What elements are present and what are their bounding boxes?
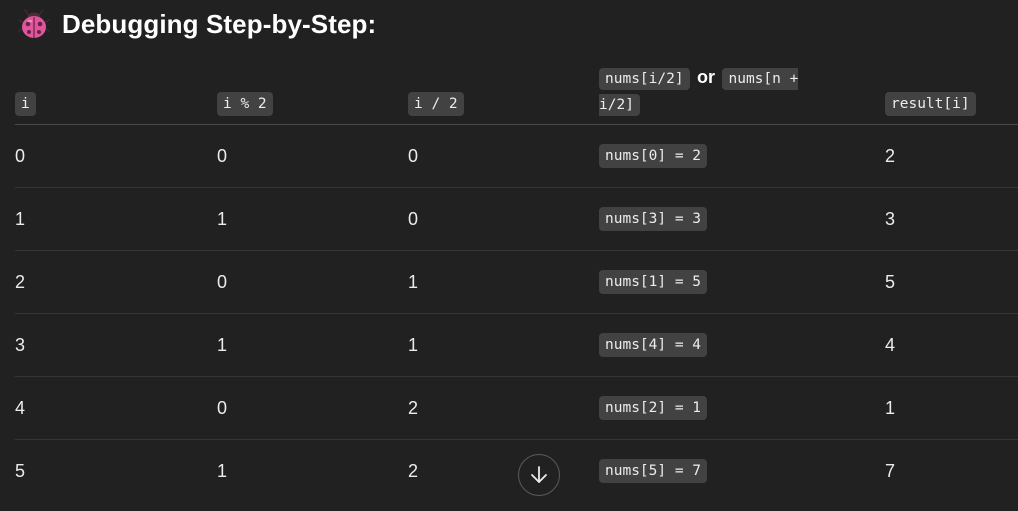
arrow-down-icon	[531, 466, 547, 483]
table-row: 2 0 1 nums[1] = 5 5	[15, 251, 1018, 314]
table-row: 4 0 2 nums[2] = 1 1	[15, 377, 1018, 440]
cell-result: 2	[885, 145, 896, 166]
cell-i: 4	[15, 397, 26, 418]
debug-table: i i % 2 i / 2 nums[i/2] or nums[n + i/2]…	[15, 58, 1018, 502]
cell-pick: nums[0] = 2	[599, 125, 708, 187]
cell-mod: 1	[217, 334, 228, 355]
cell-div: 1	[408, 271, 419, 292]
header-i: i	[15, 92, 36, 116]
cell-i: 0	[15, 145, 26, 166]
header-i-mod-2: i % 2	[217, 92, 273, 116]
cell-result: 5	[885, 271, 896, 292]
cell-pick: nums[1] = 5	[599, 251, 708, 313]
cell-div: 2	[408, 460, 419, 481]
cell-i: 3	[15, 334, 26, 355]
table-row: 3 1 1 nums[4] = 4 4	[15, 314, 1018, 377]
cell-pick: nums[5] = 7	[599, 440, 708, 502]
cell-mod: 0	[217, 397, 228, 418]
cell-result: 3	[885, 208, 896, 229]
cell-i: 2	[15, 271, 26, 292]
cell-pick: nums[2] = 1	[599, 377, 708, 439]
scroll-to-bottom-button[interactable]	[518, 454, 560, 496]
ladybug-icon	[18, 9, 50, 38]
section-heading: Debugging Step-by-Step:	[18, 6, 376, 42]
table-row: 5 1 2 nums[5] = 7 7	[15, 440, 1018, 502]
table-row: 1 1 0 nums[3] = 3 3	[15, 188, 1018, 251]
header-or-word: or	[697, 67, 716, 87]
cell-div: 1	[408, 334, 419, 355]
table-row: 0 0 0 nums[0] = 2 2	[15, 125, 1018, 188]
table-header-row: i i % 2 i / 2 nums[i/2] or nums[n + i/2]…	[15, 58, 1018, 125]
cell-div: 0	[408, 208, 419, 229]
cell-result: 4	[885, 334, 896, 355]
cell-i: 5	[15, 460, 26, 481]
cell-pick: nums[4] = 4	[599, 314, 708, 376]
cell-mod: 1	[217, 208, 228, 229]
page-title: Debugging Step-by-Step:	[62, 8, 377, 39]
cell-mod: 1	[217, 460, 228, 481]
header-i-div-2: i / 2	[408, 92, 464, 116]
cell-pick: nums[3] = 3	[599, 188, 708, 250]
header-code-a: nums[i/2]	[599, 68, 690, 90]
cell-div: 0	[408, 145, 419, 166]
header-result: result[i]	[885, 92, 976, 116]
cell-i: 1	[15, 208, 26, 229]
cell-mod: 0	[217, 271, 228, 292]
cell-div: 2	[408, 397, 419, 418]
cell-result: 7	[885, 460, 896, 481]
header-picked-value: nums[i/2] or nums[n + i/2]	[599, 64, 829, 118]
cell-mod: 0	[217, 145, 228, 166]
cell-result: 1	[885, 397, 896, 418]
